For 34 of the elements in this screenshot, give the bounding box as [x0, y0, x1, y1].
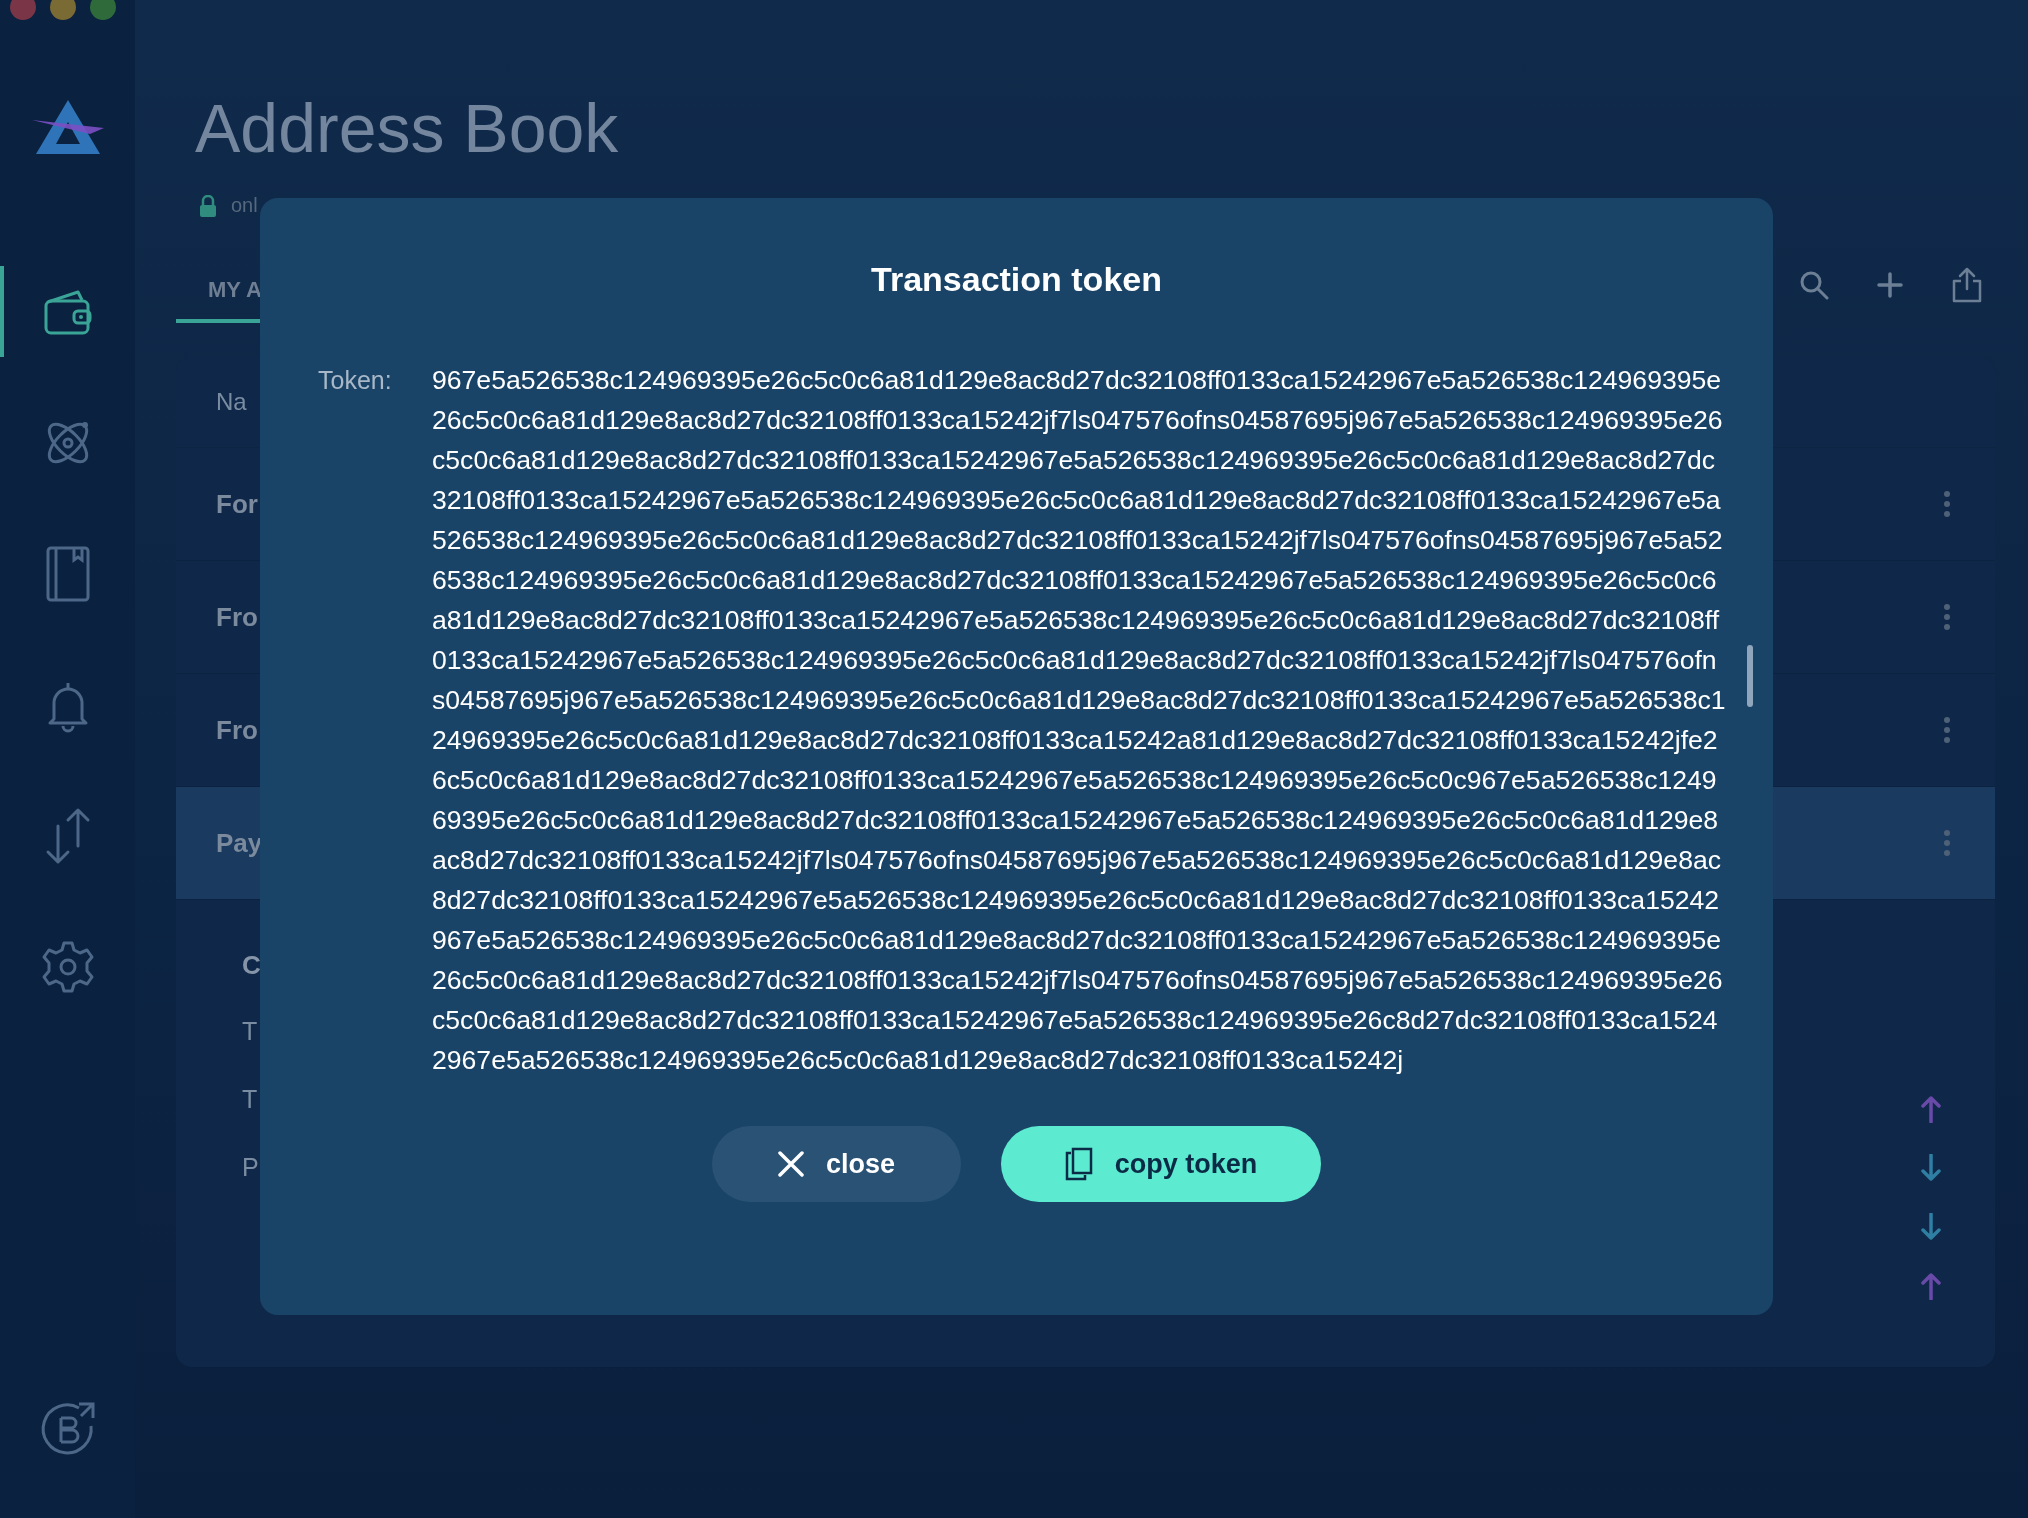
share-icon[interactable]: [1951, 267, 1983, 303]
down-arrow-icon: [1921, 1154, 1941, 1182]
more-icon[interactable]: [1943, 716, 1951, 744]
more-icon[interactable]: [1943, 829, 1951, 857]
section-title: C: [242, 950, 261, 981]
copy-icon: [1064, 1147, 1093, 1181]
token-label: Token:: [318, 366, 392, 394]
minimize-window-button[interactable]: [50, 0, 76, 20]
up-arrow-icon: [1921, 1272, 1941, 1300]
more-icon[interactable]: [1943, 490, 1951, 518]
scrollbar[interactable]: [1747, 645, 1753, 707]
field-label: T: [242, 1085, 258, 1113]
down-arrow-icon: [1921, 1213, 1941, 1241]
column-header: Na: [216, 388, 247, 416]
page-title: Address Book: [195, 89, 620, 168]
more-icon[interactable]: [1943, 603, 1951, 631]
status-text: onl: [231, 194, 258, 217]
copy-button[interactable]: copy token: [1001, 1126, 1321, 1202]
row-name: Fro: [216, 714, 258, 746]
field-label: T: [242, 1017, 258, 1045]
row-name: Fro: [216, 601, 258, 633]
search-icon[interactable]: [1799, 270, 1829, 300]
dialog-title: Transaction token: [871, 260, 1162, 298]
close-button[interactable]: close: [712, 1126, 961, 1202]
close-icon: [777, 1151, 804, 1177]
row-name: For: [216, 488, 258, 520]
add-icon[interactable]: [1877, 272, 1903, 298]
row-name: Pay: [216, 827, 263, 859]
field-label: P: [242, 1153, 259, 1181]
maximize-window-button[interactable]: [90, 0, 116, 20]
token-text: 967e5a526538c124969395e26c5c0c6a81d129e8ac8d27dc32108ff0133ca15242967e5a526538c124969395e26c5c0c6a81d129e8ac8d27dc32108ff0133ca15242jf7ls047576ofns04587695j967e5a526538c124969395e26c5c0c6a81d129e8ac8d27dc32108ff0133ca15242967e5a526538c124969395e26c5c0c6a81d129e8ac8d27dc32108ff0133ca15242967e5a526538c124969395e26c5c0c6a81d129e8ac8d27dc32108ff0133ca15242967e5a526538c124969395e26c5c0c6a81d129e8ac8d27dc32108ff0133ca15242jf7ls047576ofns04587695j967e5a526538c124969395e26c5c0c6a81d129e8ac8d27dc32108ff0133ca15242967e5a526538c124969395e26c5c0c6a81d129e8ac8d27dc32108ff0133ca15242967e5a526538c124969395e26c5c0c6a81d129e8ac8d27dc32108ff0133ca15242967e5a526538c124969395e26c5c0c6a81d129e8ac8d27dc32108ff0133ca15242jf7ls047576ofns04587695j967e5a526538c124969395e26c5c0c6a81d129e8ac8d27dc32108ff0133ca15242967e5a526538c124969395e26c5c0c6a81d129e8ac8d27dc32108ff0133ca15242a81d129e8ac8d27dc32108ff0133ca15242jfe26c5c0c6a81d129e8ac8d27dc32108ff0133ca15242967e5a526538c124969395e26c5c0c967e5a526538c124969395e26c5c0c6a81d129e8ac8d27dc32108ff0133ca15242967e5a526538c124969395e26c5c0c6a81d129e8ac8d27dc32108ff0133ca15242jf7ls047576ofns04587695j967e5a526538c124969395e26c5c0c6a81d129e8ac8d27dc32108ff0133ca15242967e5a526538c124969395e26c5c0c6a81d129e8ac8d27dc32108ff0133ca15242967e5a526538c124969395e26c5c0c6a81d129e8ac8d27dc32108ff0133ca15242967e5a526538c124969395e26c5c0c6a81d129e8ac8d27dc32108ff0133ca15242jf7ls047576ofns04587695j967e5a526538c124969395e26c5c0c6a81d129e8ac8d27dc32108ff0133ca15242967e5a526538c124969395e26c8d27dc32108ff0133ca15242967e5a526538c124969395e26c5c0c6a81d129e8ac8d27dc32108ff0133ca15242j: [432, 364, 1727, 1077]
up-arrow-icon: [1921, 1095, 1941, 1123]
close-window-button[interactable]: [10, 0, 36, 20]
lock-icon: [199, 194, 217, 217]
